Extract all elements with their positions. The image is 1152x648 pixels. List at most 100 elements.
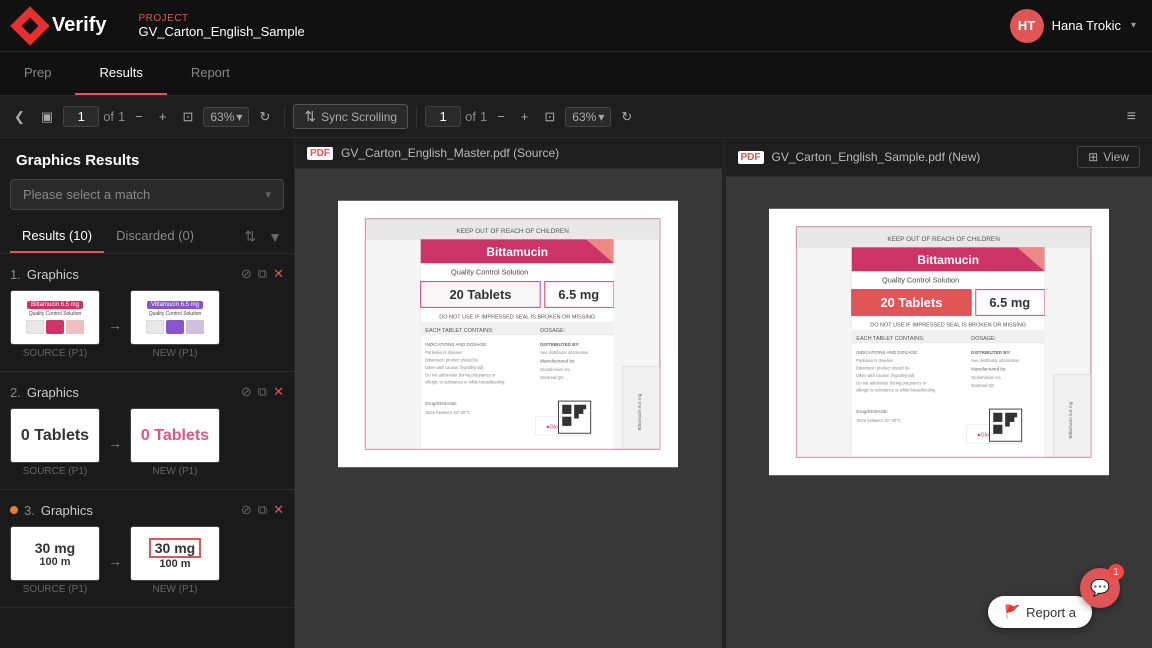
right-fit-btn[interactable]: ⊡ xyxy=(538,105,561,129)
match-dropdown-btn[interactable]: Please select a match ▾ xyxy=(10,179,284,210)
sync-label: Sync Scrolling xyxy=(321,110,397,124)
item-3-info-btn[interactable]: ⊘ xyxy=(241,502,252,518)
view-icon: ⊞ xyxy=(1088,150,1098,164)
svg-text:Drug/DOSAGE:: Drug/DOSAGE: xyxy=(856,409,888,414)
tab-discarded-count[interactable]: Discarded (0) xyxy=(104,220,206,253)
tab-results[interactable]: Results xyxy=(75,52,166,95)
right-refresh-btn[interactable]: ↻ xyxy=(615,105,638,129)
item-2-source-label: SOURCE (P1) xyxy=(23,466,87,477)
svg-text:Drug/DOSAGE:: Drug/DOSAGE: xyxy=(426,401,458,406)
right-pdf-icon: PDF xyxy=(738,151,764,164)
match-dropdown[interactable]: Please select a match ▾ xyxy=(10,179,284,210)
project-info: PROJECT GV_Carton_English_Sample xyxy=(138,13,304,39)
item-2-arrow-icon: → xyxy=(108,435,122,451)
sort-btn[interactable]: ⇅ xyxy=(242,226,258,247)
right-zoom-out-btn[interactable]: − xyxy=(491,105,511,128)
avatar: HT xyxy=(1010,9,1044,43)
sync-icon: ⇅ xyxy=(304,108,316,125)
left-pdf-view[interactable]: KEEP OUT OF REACH OF CHILDREN Bittamucin… xyxy=(295,169,722,648)
item-1-source-label: SOURCE (P1) xyxy=(23,348,87,359)
project-name: GV_Carton_English_Sample xyxy=(138,24,304,39)
prev-page-btn[interactable]: ❮ xyxy=(8,105,31,129)
item-2-source-thumb: 0 Tablets xyxy=(10,408,100,463)
svg-text:Montreal QC: Montreal QC xyxy=(540,375,563,380)
match-dropdown-label: Please select a match xyxy=(23,187,150,202)
left-fit-btn[interactable]: ⊡ xyxy=(176,105,199,129)
svg-text:Bittamucin 6.5 mg: Bittamucin 6.5 mg xyxy=(637,393,642,430)
svg-text:allergic to substance or while: allergic to substance or while breastfee… xyxy=(856,388,936,393)
item-1-info-btn[interactable]: ⊘ xyxy=(241,266,252,282)
page-panel-btn[interactable]: ▣ xyxy=(35,105,59,129)
result-item[interactable]: 3. Graphics ⊘ ⧉ ✕ 30 mg 100 m xyxy=(0,490,294,608)
left-pdf-filename: GV_Carton_English_Master.pdf (Source) xyxy=(341,146,559,160)
right-carton-svg: KEEP OUT OF REACH OF CHILDREN Bittamucin… xyxy=(769,197,1109,487)
app-logo: Verify xyxy=(16,12,106,40)
item-2-copy-btn[interactable]: ⧉ xyxy=(258,384,267,400)
dropdown-arrow-icon: ▾ xyxy=(265,188,271,201)
item-3-delete-btn[interactable]: ✕ xyxy=(273,502,284,518)
item-2-new-label: NEW (P1) xyxy=(153,466,198,477)
item-2-delete-btn[interactable]: ✕ xyxy=(273,384,284,400)
right-page-input[interactable] xyxy=(425,106,461,127)
svg-text:DISTRIBUTED BY:: DISTRIBUTED BY: xyxy=(540,342,580,347)
item-1-num: 1. xyxy=(10,267,21,282)
svg-text:See distributor information: See distributor information xyxy=(971,358,1020,363)
chat-badge: 1 xyxy=(1108,564,1124,580)
left-zoom-in-btn[interactable]: + xyxy=(153,105,173,128)
item-3-copy-btn[interactable]: ⧉ xyxy=(258,502,267,518)
report-label: Report a xyxy=(1026,605,1076,620)
item-1-arrow-icon: → xyxy=(108,317,122,333)
right-zoom-pct[interactable]: 63% ▾ xyxy=(565,107,611,127)
report-icon: 🚩 xyxy=(1004,604,1020,620)
tab-prep[interactable]: Prep xyxy=(0,52,75,95)
result-item[interactable]: 1. Graphics ⊘ ⧉ ✕ Bittamucin 6.5 mg Qual… xyxy=(0,254,294,372)
left-page-input[interactable] xyxy=(63,106,99,127)
item-3-source-thumb: 30 mg 100 m xyxy=(10,526,100,581)
toolbar-settings-btn[interactable]: ≡ xyxy=(1119,104,1144,130)
svg-text:taken with caution (hypothyroi: taken with caution (hypothyroid) xyxy=(426,365,485,370)
toolbar: ❮ ▣ of 1 − + ⊡ 63% ▾ ↻ ⇅ Sync Scrolling … xyxy=(0,96,1152,138)
right-zoom-in-btn[interactable]: + xyxy=(515,105,535,128)
sync-scrolling-btn[interactable]: ⇅ Sync Scrolling xyxy=(293,104,408,129)
result-item[interactable]: 2. Graphics ⊘ ⧉ ✕ 0 Tablets xyxy=(0,372,294,490)
left-pdf-icon: PDF xyxy=(307,147,333,160)
svg-text:Store between 15°-30°C: Store between 15°-30°C xyxy=(426,410,471,415)
left-refresh-btn[interactable]: ↻ xyxy=(253,105,276,129)
left-of-label: of xyxy=(103,109,114,124)
svg-text:Do not administer during pregn: Do not administer during pregnancy or xyxy=(856,380,927,385)
svg-text:See distributor information: See distributor information xyxy=(540,350,589,355)
left-pdf-header: PDF GV_Carton_English_Master.pdf (Source… xyxy=(295,138,722,169)
item-1-delete-btn[interactable]: ✕ xyxy=(273,266,284,282)
svg-text:KEEP OUT OF REACH OF CHILDREN: KEEP OUT OF REACH OF CHILDREN xyxy=(457,228,570,235)
svg-text:DO NOT USE IF IMPRESSED SEAL I: DO NOT USE IF IMPRESSED SEAL IS BROKEN O… xyxy=(440,314,596,320)
svg-text:DISTRIBUTED BY:: DISTRIBUTED BY: xyxy=(971,350,1011,355)
item-1-copy-btn[interactable]: ⧉ xyxy=(258,266,267,282)
result-items-list: 1. Graphics ⊘ ⧉ ✕ Bittamucin 6.5 mg Qual… xyxy=(0,254,294,648)
report-button[interactable]: 🚩 Report a xyxy=(988,596,1092,628)
project-label: PROJECT xyxy=(138,13,304,24)
tab-results-count[interactable]: Results (10) xyxy=(10,220,104,253)
left-zoom-out-btn[interactable]: − xyxy=(129,105,149,128)
user-area[interactable]: HT Hana Trokic ▾ xyxy=(1010,9,1136,43)
item-3-new-thumb: 30 mg 100 m xyxy=(130,526,220,581)
zoom-chevron-icon: ▾ xyxy=(236,110,242,124)
svg-text:Montreal QC: Montreal QC xyxy=(971,383,994,388)
item-3-arrow-icon: → xyxy=(108,553,122,569)
right-page-total: 1 xyxy=(480,109,487,124)
svg-text:GlobalVision Inc.: GlobalVision Inc. xyxy=(971,375,1002,380)
chat-icon: 💬 xyxy=(1090,578,1110,598)
left-pdf-panel: PDF GV_Carton_English_Master.pdf (Source… xyxy=(295,138,722,648)
svg-text:20 Tablets: 20 Tablets xyxy=(880,295,942,310)
topbar: Verify PROJECT GV_Carton_English_Sample … xyxy=(0,0,1152,52)
user-chevron-icon[interactable]: ▾ xyxy=(1131,20,1136,31)
item-2-info-btn[interactable]: ⊘ xyxy=(241,384,252,400)
view-btn[interactable]: ⊞ View xyxy=(1077,146,1140,168)
svg-text:Bittamucin: Bittamucin xyxy=(487,245,549,259)
svg-text:20 Tablets: 20 Tablets xyxy=(450,287,512,302)
svg-text:DO NOT USE IF IMPRESSED SEAL I: DO NOT USE IF IMPRESSED SEAL IS BROKEN O… xyxy=(870,322,1026,328)
left-zoom-pct[interactable]: 63% ▾ xyxy=(203,107,249,127)
chat-button[interactable]: 💬 1 xyxy=(1080,568,1120,608)
tab-report[interactable]: Report xyxy=(167,52,254,95)
filter-btn[interactable]: ▼ xyxy=(266,227,284,247)
svg-text:Parkinson's disease:: Parkinson's disease: xyxy=(856,358,894,363)
